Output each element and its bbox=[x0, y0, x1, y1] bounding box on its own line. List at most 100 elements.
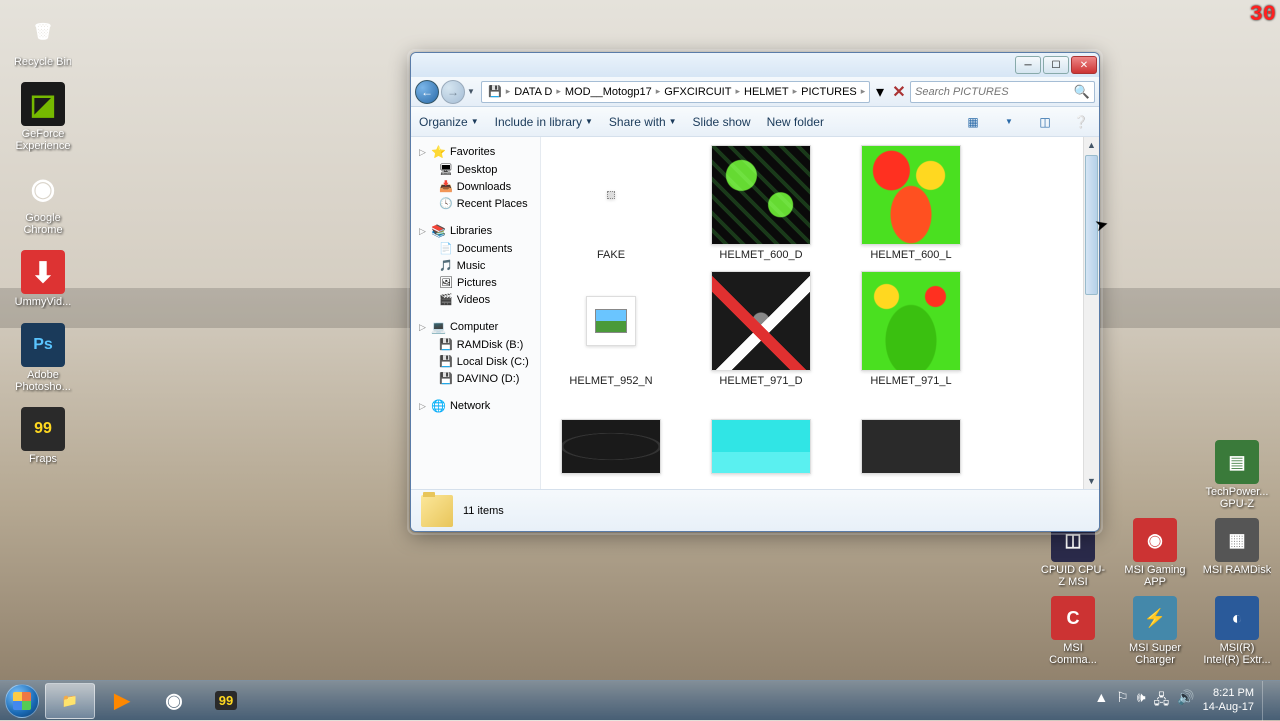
file-name: HELMET_600_D bbox=[719, 249, 802, 261]
nav-item[interactable]: 💾Local Disk (C:) bbox=[411, 353, 540, 370]
toolbar: Organize▼ Include in library▼ Share with… bbox=[411, 107, 1099, 137]
start-button[interactable] bbox=[0, 681, 44, 721]
nav-item[interactable]: 💾RAMDisk (B:) bbox=[411, 336, 540, 353]
file-thumbnail[interactable]: VISOR_600_L bbox=[701, 397, 821, 489]
file-thumbnail[interactable]: HELMET_952_N bbox=[551, 271, 671, 387]
desktop-icon[interactable]: ◉Google Chrome bbox=[8, 166, 78, 236]
help-button[interactable]: ❔ bbox=[1071, 112, 1091, 132]
desktop-icons-left: 🗑Recycle Bin ◪GeForce Experience ◉Google C… bbox=[8, 10, 78, 465]
desktop-icon[interactable]: ⬇UmmyVid... bbox=[8, 250, 78, 308]
file-thumbnail[interactable]: FAKE bbox=[551, 145, 671, 261]
fps-counter: 30 bbox=[1250, 2, 1276, 27]
nav-history-dropdown[interactable]: ▼ bbox=[467, 87, 479, 96]
scroll-down-icon[interactable]: ▼ bbox=[1084, 473, 1099, 489]
thumbnail-image bbox=[861, 145, 961, 245]
address-bar: ← → ▼ 💾 ▸ DATA D▸MOD__Motogp17▸GFXCIRCUI… bbox=[411, 77, 1099, 107]
maximize-button[interactable]: ☐ bbox=[1043, 56, 1069, 74]
desktop-icon[interactable]: PsAdobe Photosho... bbox=[8, 323, 78, 393]
taskbar-app-media-player[interactable]: ▶ bbox=[97, 683, 147, 719]
explorer-window: ─ ☐ ✕ ← → ▼ 💾 ▸ DATA D▸MOD__Motogp17▸GFX… bbox=[410, 52, 1100, 532]
taskbar-app-explorer[interactable]: 📁 bbox=[45, 683, 95, 719]
desktop-icon[interactable]: ▤TechPower... GPU-Z bbox=[1202, 440, 1272, 510]
nav-group-header[interactable]: ▷🌐Network bbox=[411, 397, 540, 415]
chevron-right-icon: ▸ bbox=[793, 86, 798, 97]
taskbar-app-chrome[interactable]: ◉ bbox=[149, 683, 199, 719]
slideshow-button[interactable]: Slide show bbox=[693, 115, 751, 129]
file-thumbnail[interactable]: HELMET_600_D bbox=[701, 145, 821, 261]
breadcrumb-drive-icon[interactable]: 💾 bbox=[486, 85, 504, 98]
back-button[interactable]: ← bbox=[415, 80, 439, 104]
file-name: HELMET_952_N bbox=[569, 375, 652, 387]
chevron-right-icon: ▸ bbox=[735, 86, 740, 97]
nav-group-header[interactable]: ▷📚Libraries bbox=[411, 222, 540, 240]
status-text: 11 items bbox=[463, 505, 504, 517]
thumbnail-image bbox=[711, 145, 811, 245]
show-desktop-button[interactable] bbox=[1262, 681, 1272, 721]
desktop-icon[interactable]: ▦MSI RAMDisk bbox=[1202, 518, 1272, 588]
taskbar-app-fraps[interactable]: 99 bbox=[201, 683, 251, 719]
nav-item[interactable]: 🎬Videos bbox=[411, 291, 540, 308]
search-input[interactable] bbox=[915, 86, 1074, 98]
minimize-button[interactable]: ─ bbox=[1015, 56, 1041, 74]
breadcrumb[interactable]: 💾 ▸ DATA D▸MOD__Motogp17▸GFXCIRCUIT▸HELM… bbox=[481, 81, 870, 103]
nav-item[interactable]: 💾DAVINO (D:) bbox=[411, 370, 540, 387]
tray-icon[interactable]: 🖧 bbox=[1154, 689, 1170, 713]
file-view[interactable]: FAKE HELMET_600_D HELMET_600_L HELMET_952_N… bbox=[541, 137, 1099, 489]
stop-refresh-button[interactable]: ✕ bbox=[890, 82, 908, 102]
breadcrumb-item[interactable]: MOD__Motogp17 bbox=[563, 86, 654, 98]
scrollbar-vertical[interactable]: ▲ ▼ bbox=[1083, 137, 1099, 489]
nav-item[interactable]: 📥Downloads bbox=[411, 178, 540, 195]
breadcrumb-item[interactable]: HELMET bbox=[742, 86, 791, 98]
navigation-pane: ▷⭐Favorites🖥Desktop📥Downloads🕓Recent Pla… bbox=[411, 137, 541, 489]
chevron-right-icon: ▸ bbox=[556, 86, 561, 97]
tray-icon[interactable]: 🔊 bbox=[1177, 689, 1194, 713]
breadcrumb-dd[interactable]: ▾ bbox=[872, 82, 888, 102]
view-mode-button[interactable]: ▦ bbox=[963, 112, 983, 132]
share-with-menu[interactable]: Share with▼ bbox=[609, 115, 677, 129]
nav-item[interactable]: 🖼Pictures bbox=[411, 274, 540, 291]
desktop-icon[interactable]: ◪GeForce Experience bbox=[8, 82, 78, 152]
search-box[interactable]: 🔍 bbox=[910, 81, 1095, 103]
nav-item[interactable]: 🕓Recent Places bbox=[411, 195, 540, 212]
preview-pane-button[interactable]: ◫ bbox=[1035, 112, 1055, 132]
status-bar: 11 items bbox=[411, 489, 1099, 531]
nav-group-header[interactable]: ▷⭐Favorites bbox=[411, 143, 540, 161]
nav-group-header[interactable]: ▷💻Computer bbox=[411, 318, 540, 336]
clock[interactable]: 8:21 PM 14-Aug-17 bbox=[1203, 687, 1254, 713]
file-thumbnail[interactable]: HELMET_600_L bbox=[851, 145, 971, 261]
desktop-icon[interactable]: 99Fraps bbox=[8, 407, 78, 465]
file-name: HELMET_971_L bbox=[870, 375, 951, 387]
titlebar[interactable]: ─ ☐ ✕ bbox=[411, 53, 1099, 77]
nav-item[interactable]: 🎵Music bbox=[411, 257, 540, 274]
nav-item[interactable]: 📄Documents bbox=[411, 240, 540, 257]
desktop-icon[interactable]: ⚡MSI Super Charger bbox=[1120, 596, 1190, 666]
file-thumbnail[interactable]: VISOR_600_D bbox=[551, 397, 671, 489]
search-icon[interactable]: 🔍 bbox=[1074, 84, 1090, 100]
file-thumbnail[interactable]: HELMET_971_L bbox=[851, 271, 971, 387]
desktop-icon[interactable]: 🗑Recycle Bin bbox=[8, 10, 78, 68]
scroll-up-icon[interactable]: ▲ bbox=[1084, 137, 1099, 153]
breadcrumb-item[interactable]: DATA D bbox=[512, 86, 554, 98]
close-button[interactable]: ✕ bbox=[1071, 56, 1097, 74]
view-mode-dropdown[interactable]: ▼ bbox=[999, 112, 1019, 132]
include-library-menu[interactable]: Include in library▼ bbox=[495, 115, 593, 129]
tray-icon[interactable]: 🕪 bbox=[1137, 689, 1146, 713]
desktop-icon[interactable]: ◉MSI Gaming APP bbox=[1120, 518, 1190, 588]
file-name: HELMET_600_L bbox=[870, 249, 951, 261]
breadcrumb-item[interactable]: PICTURES bbox=[799, 86, 859, 98]
thumbnail-image bbox=[711, 271, 811, 371]
tray-icon[interactable]: ▲ bbox=[1094, 689, 1108, 713]
file-name: FAKE bbox=[597, 249, 625, 261]
new-folder-button[interactable]: New folder bbox=[767, 115, 824, 129]
system-tray: ▲ ⚐ 🕪 🖧 🔊 8:21 PM 14-Aug-17 bbox=[1086, 681, 1280, 721]
file-thumbnail[interactable] bbox=[851, 397, 971, 489]
organize-menu[interactable]: Organize▼ bbox=[419, 115, 479, 129]
file-thumbnail[interactable]: HELMET_971_D bbox=[701, 271, 821, 387]
desktop-icon[interactable]: ◐MSI(R) Intel(R) Extr... bbox=[1202, 596, 1272, 666]
forward-button[interactable]: → bbox=[441, 80, 465, 104]
tray-icon[interactable]: ⚐ bbox=[1116, 689, 1129, 713]
desktop-icon[interactable]: CMSI Comma... bbox=[1038, 596, 1108, 666]
nav-item[interactable]: 🖥Desktop bbox=[411, 161, 540, 178]
chevron-right-icon: ▸ bbox=[656, 86, 661, 97]
breadcrumb-item[interactable]: GFXCIRCUIT bbox=[662, 86, 733, 98]
